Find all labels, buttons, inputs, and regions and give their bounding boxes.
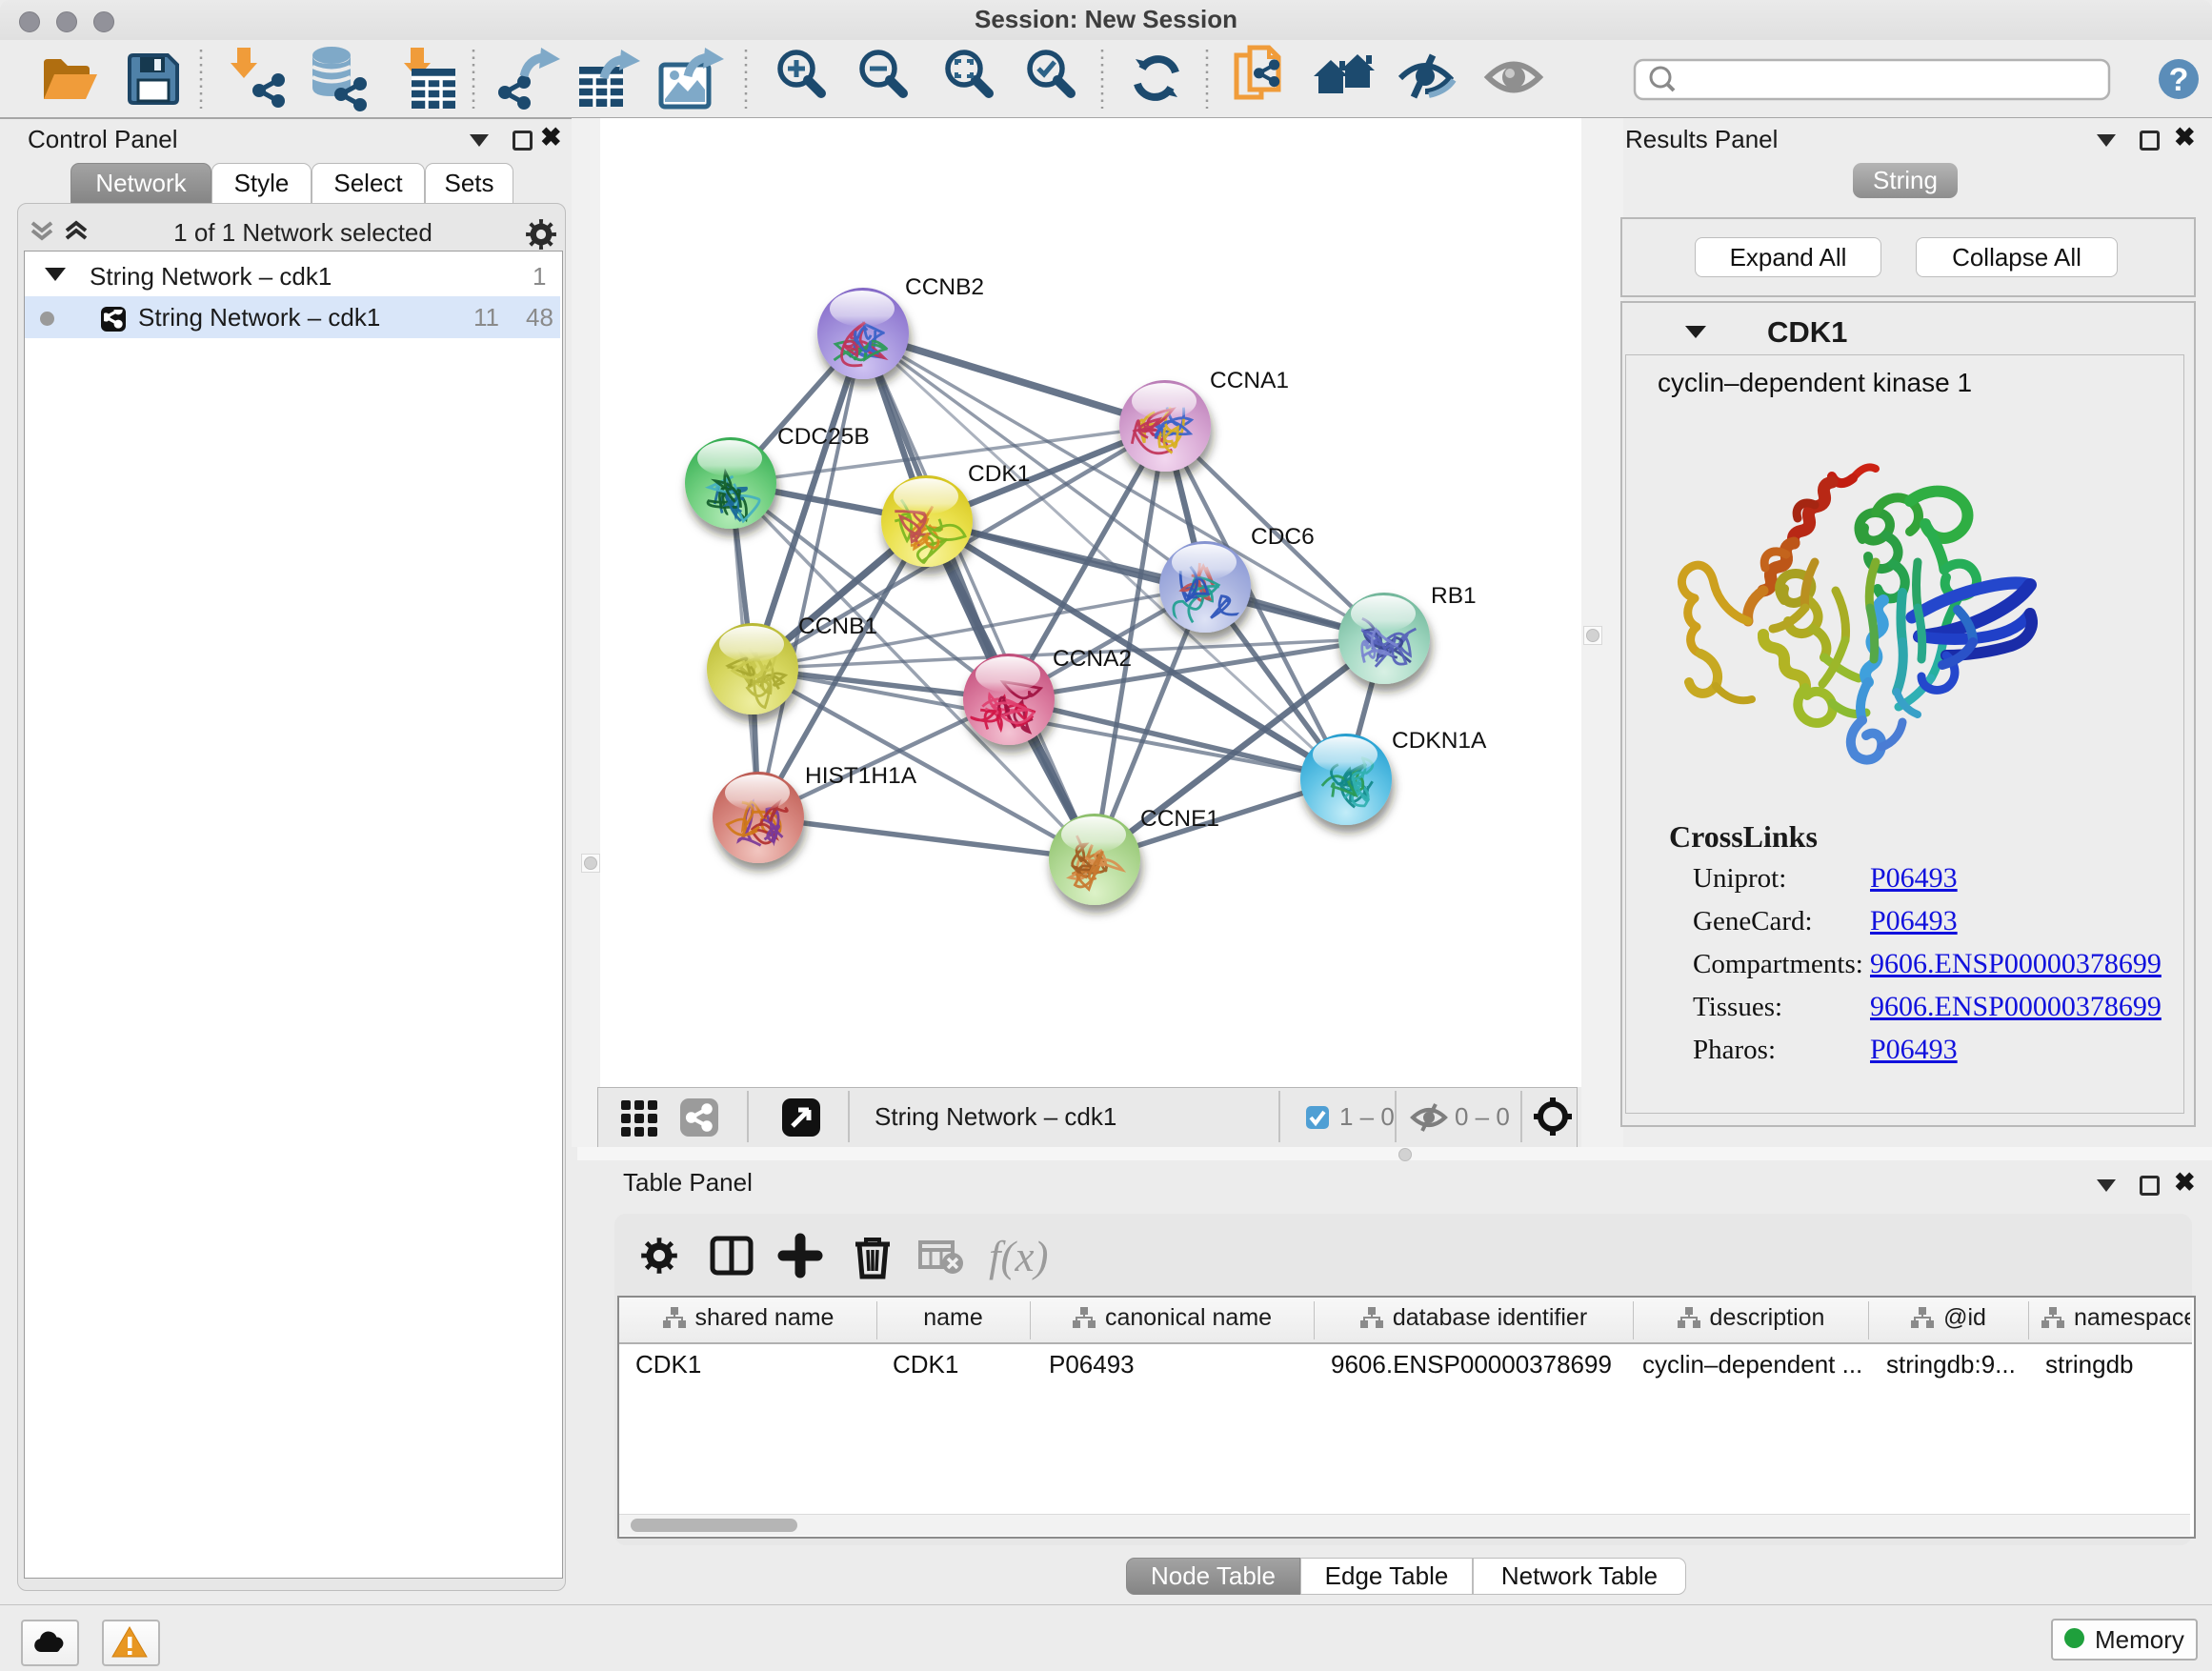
svg-text:CCNB1: CCNB1	[798, 614, 877, 639]
svg-text:CCNE1: CCNE1	[1140, 806, 1219, 832]
svg-text:CCNA1: CCNA1	[1210, 368, 1289, 393]
svg-text:RB1: RB1	[1431, 583, 1477, 609]
svg-text:CDK1: CDK1	[968, 461, 1030, 487]
svg-text:f(x): f(x)	[989, 1233, 1048, 1280]
svg-text:HIST1H1A: HIST1H1A	[805, 763, 917, 789]
svg-text:CDKN1A: CDKN1A	[1392, 728, 1487, 754]
svg-text:CCNA2: CCNA2	[1053, 646, 1132, 672]
svg-text:?: ?	[2169, 62, 2189, 98]
svg-text:CDC6: CDC6	[1251, 524, 1315, 550]
svg-text:String Network – cdk1: String Network – cdk1	[875, 1102, 1116, 1131]
svg-text:CDC25B: CDC25B	[777, 424, 870, 450]
svg-text:0 – 0: 0 – 0	[1455, 1102, 1510, 1131]
svg-text:CCNB2: CCNB2	[905, 274, 984, 300]
svg-text:1 – 0: 1 – 0	[1339, 1102, 1395, 1131]
